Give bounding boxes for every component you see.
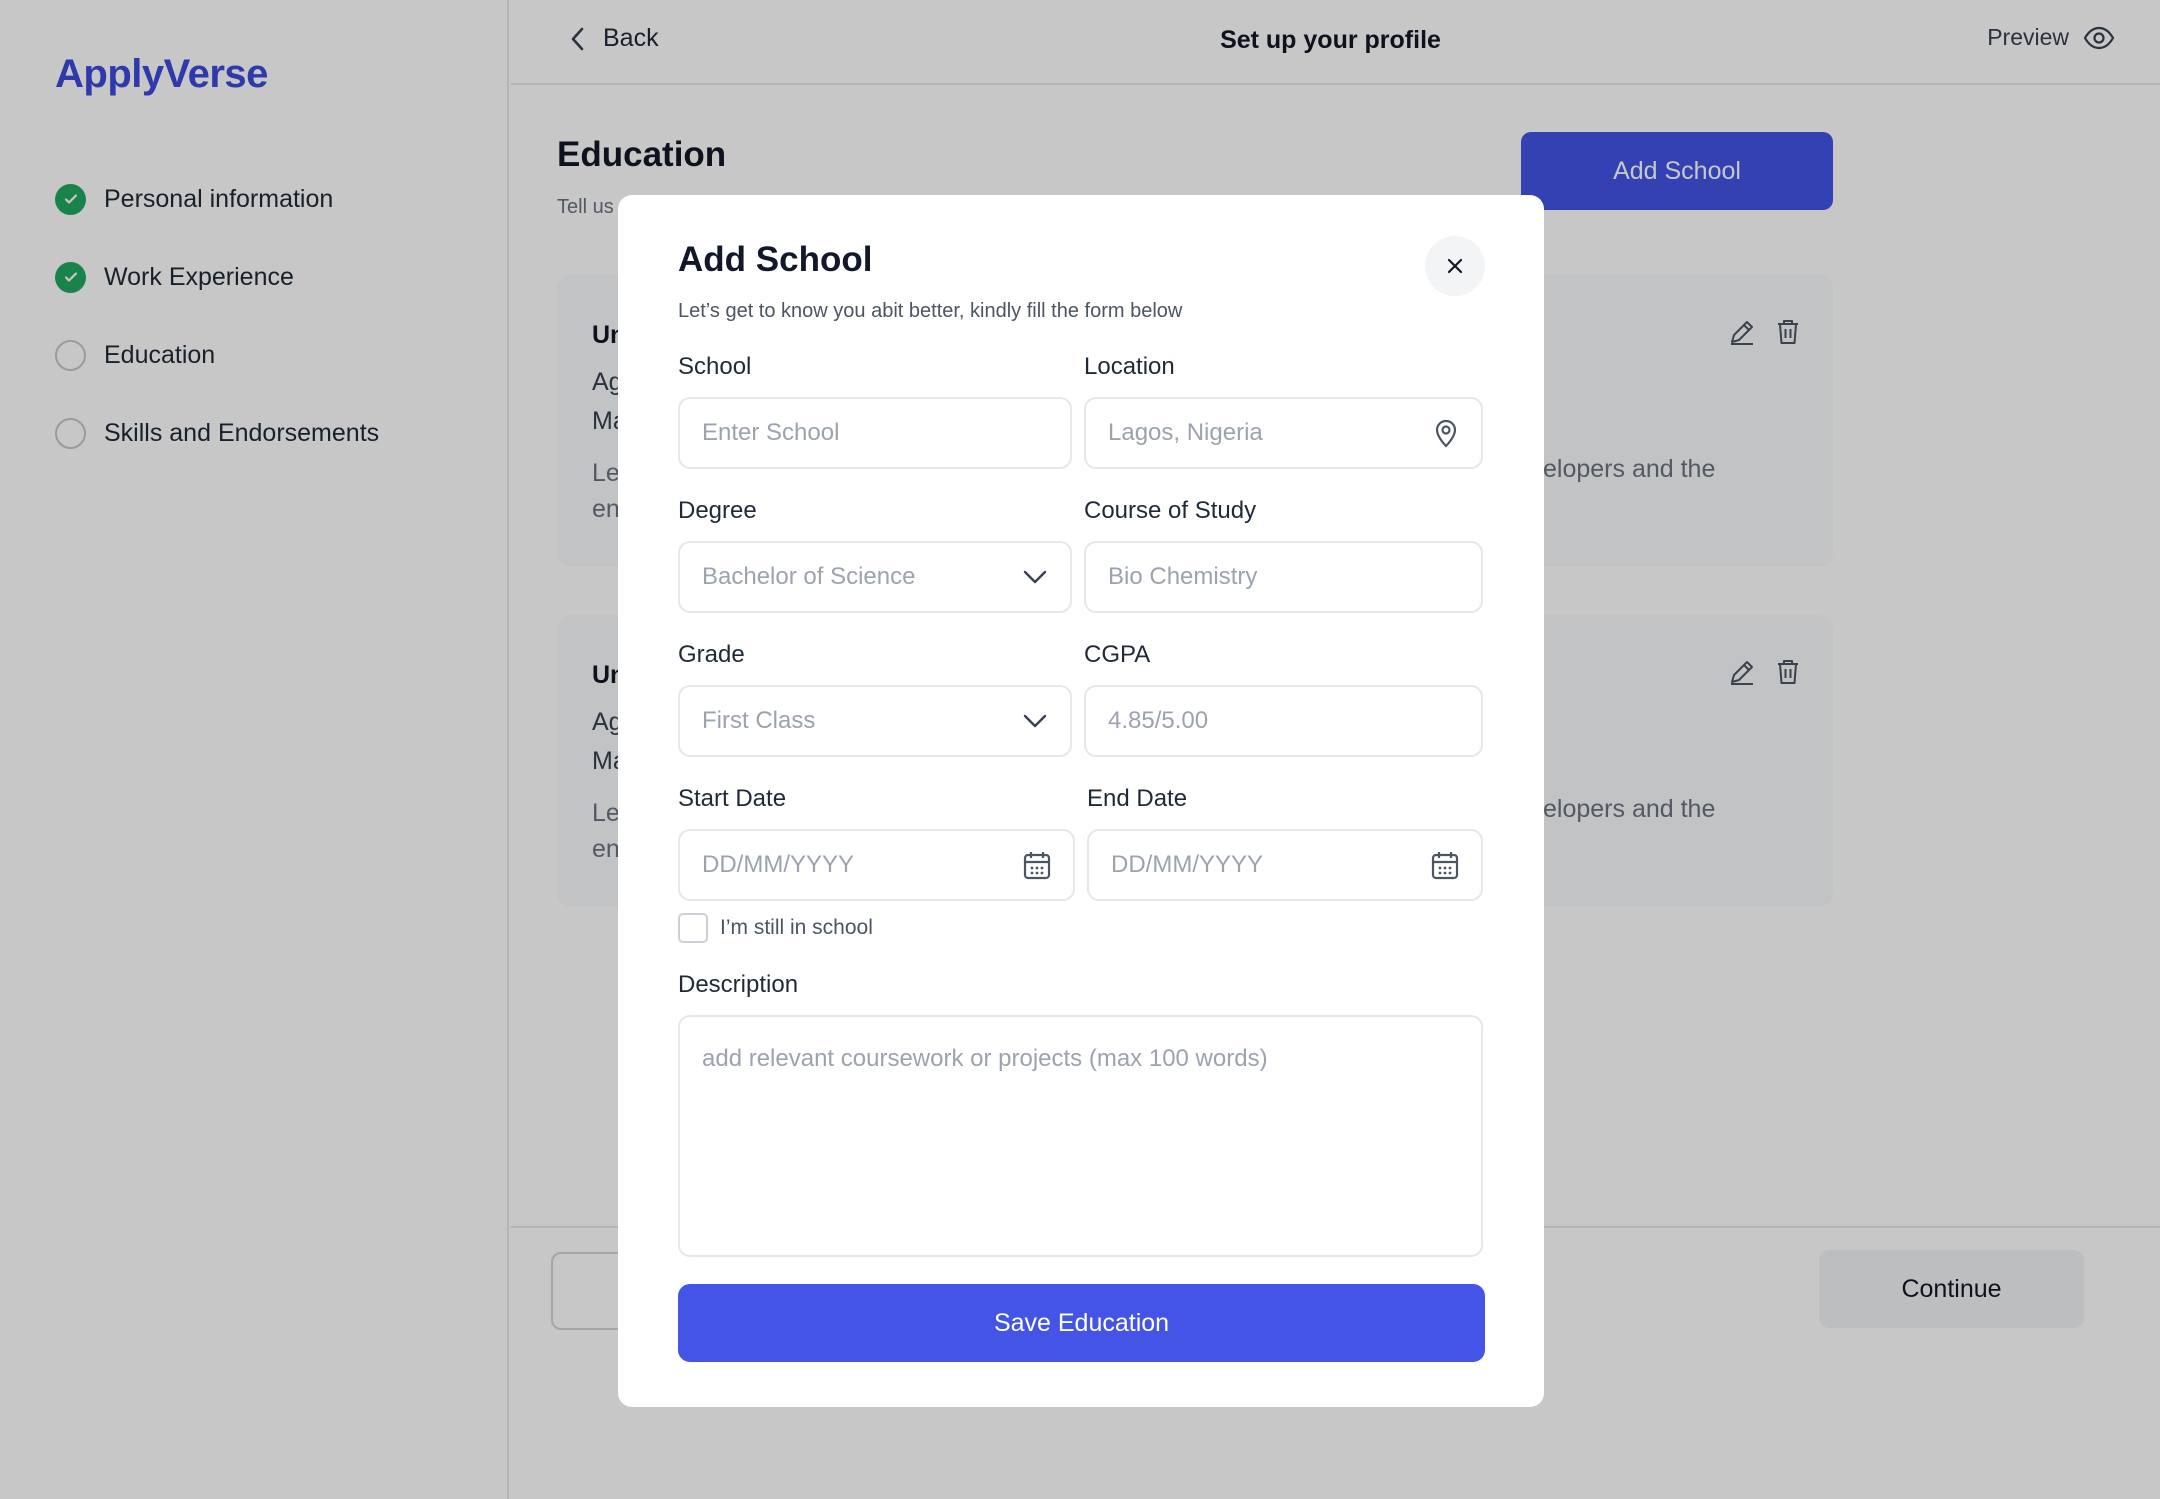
start-date-placeholder: DD/MM/YYYY xyxy=(702,851,855,878)
description-textarea[interactable]: add relevant coursework or projects (max… xyxy=(678,1015,1483,1257)
description-placeholder: add relevant coursework or projects (max… xyxy=(702,1045,1268,1072)
end-date-input[interactable]: DD/MM/YYYY xyxy=(1087,829,1483,901)
start-date-label: Start Date xyxy=(678,785,787,812)
close-button[interactable] xyxy=(1425,236,1485,296)
degree-value: Bachelor of Science xyxy=(702,563,916,590)
location-pin-icon xyxy=(1433,418,1459,448)
school-label: School xyxy=(678,353,752,380)
calendar-icon[interactable] xyxy=(1431,850,1459,880)
location-label: Location xyxy=(1084,353,1175,380)
end-date-placeholder: DD/MM/YYYY xyxy=(1111,851,1264,878)
grade-value: First Class xyxy=(702,707,816,734)
grade-select[interactable]: First Class xyxy=(678,685,1072,757)
still-in-school-label: I’m still in school xyxy=(720,916,873,939)
start-date-input[interactable]: DD/MM/YYYY xyxy=(678,829,1075,901)
add-school-modal: Add School Let’s get to know you abit be… xyxy=(618,195,1544,1407)
school-placeholder: Enter School xyxy=(702,419,840,446)
grade-label: Grade xyxy=(678,641,745,668)
course-placeholder: Bio Chemistry xyxy=(1108,563,1258,590)
course-input[interactable]: Bio Chemistry xyxy=(1084,541,1483,613)
modal-title: Add School xyxy=(678,240,873,279)
degree-label: Degree xyxy=(678,497,757,524)
chevron-down-icon xyxy=(1022,569,1048,585)
cgpa-input[interactable]: 4.85/5.00 xyxy=(1084,685,1483,757)
cgpa-label: CGPA xyxy=(1084,641,1151,668)
save-education-button[interactable]: Save Education xyxy=(678,1284,1485,1362)
school-input[interactable]: Enter School xyxy=(678,397,1072,469)
description-label: Description xyxy=(678,971,799,998)
location-placeholder: Lagos, Nigeria xyxy=(1108,419,1263,446)
close-icon xyxy=(1447,258,1463,274)
modal-subtitle: Let’s get to know you abit better, kindl… xyxy=(678,300,1183,322)
still-in-school-row[interactable]: I’m still in school xyxy=(678,913,873,943)
degree-select[interactable]: Bachelor of Science xyxy=(678,541,1072,613)
cgpa-placeholder: 4.85/5.00 xyxy=(1108,707,1209,734)
end-date-label: End Date xyxy=(1087,785,1188,812)
chevron-down-icon xyxy=(1022,713,1048,729)
calendar-icon[interactable] xyxy=(1023,850,1051,880)
still-in-school-checkbox[interactable] xyxy=(678,913,708,943)
course-label: Course of Study xyxy=(1084,497,1257,524)
location-input[interactable]: Lagos, Nigeria xyxy=(1084,397,1483,469)
